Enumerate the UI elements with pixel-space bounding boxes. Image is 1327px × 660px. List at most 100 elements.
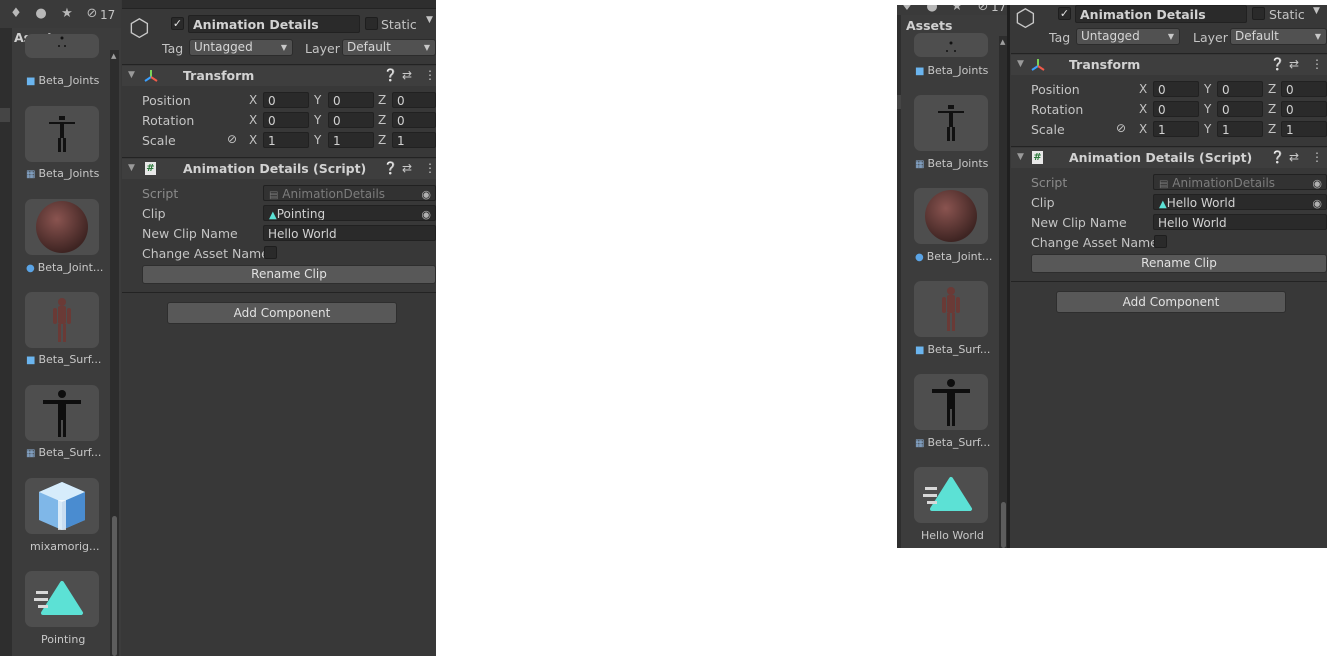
asset-item[interactable]: ● Beta_Joint... (14, 199, 114, 277)
asset-item[interactable]: Pointing (14, 571, 114, 649)
hidden-eye-icon[interactable]: ⊘ (84, 7, 100, 21)
rotation-z-field[interactable]: 0 (392, 112, 436, 128)
scale-x-field[interactable]: 1 (263, 132, 309, 148)
mesh-prefab-icon: ■ (26, 76, 36, 87)
asset-item[interactable]: ▦ Beta_Surf... (14, 385, 114, 463)
axis-y-label: Y (314, 133, 322, 147)
rotation-x-field[interactable]: 0 (1153, 101, 1199, 117)
new-clip-name-field[interactable]: Hello World (263, 225, 436, 241)
humanoid-thumb-icon (942, 287, 960, 331)
asset-item[interactable]: ■ Beta_Surf... (903, 281, 1003, 359)
object-picker-icon[interactable]: ◉ (421, 207, 431, 220)
project-assets-column: ♦ ● ★ ⊘ 17 Assets ▲ ■Beta_Joints ▦Beta_J… (897, 5, 1010, 548)
active-toggle[interactable]: ✓ (1058, 7, 1071, 20)
hidden-eye-icon[interactable]: ⊘ (975, 5, 991, 14)
tag-filter-icon[interactable]: ♦ (8, 7, 24, 21)
grid-icon: ▦ (26, 169, 36, 180)
favorites-star-icon[interactable]: ★ (59, 7, 75, 21)
axis-x-label: X (1139, 102, 1148, 116)
static-toggle[interactable] (365, 17, 378, 30)
tag-filter-icon[interactable]: ♦ (899, 5, 915, 14)
add-component-button[interactable]: Add Component (167, 302, 397, 324)
kebab-menu-icon[interactable]: ⋮ (424, 68, 436, 82)
clip-object-field[interactable]: ▲Hello World ◉ (1153, 194, 1327, 210)
script-file-icon: ▤ (1159, 179, 1169, 190)
change-asset-name-toggle[interactable] (1154, 235, 1167, 248)
object-picker-icon[interactable]: ◉ (1312, 196, 1322, 209)
tag-dropdown[interactable]: Untagged ▼ (1076, 28, 1180, 45)
favorites-star-icon[interactable]: ★ (949, 5, 965, 14)
new-clip-name-label: New Clip Name (1031, 215, 1127, 230)
foldout-arrow-icon[interactable]: ▼ (128, 70, 135, 80)
kebab-menu-icon[interactable]: ⋮ (1311, 150, 1323, 164)
asset-item[interactable]: ■ Beta_Joints (14, 34, 114, 90)
kebab-menu-icon[interactable]: ⋮ (424, 161, 436, 175)
warning-filter-icon[interactable]: ● (924, 5, 940, 14)
static-dropdown-arrow-icon[interactable]: ▼ (1313, 6, 1320, 16)
script-component-header[interactable]: ▼ # Animation Details (Script) ❔ ⇄ ⋮ (122, 159, 436, 179)
position-y-field[interactable]: 0 (1217, 81, 1263, 97)
foldout-arrow-icon[interactable]: ▼ (1017, 59, 1024, 69)
asset-item[interactable]: ■ Beta_Surf... (14, 292, 114, 370)
asset-item[interactable]: ▦ Beta_Surf... (903, 374, 1003, 452)
foldout-arrow-icon[interactable]: ▼ (128, 163, 135, 173)
scale-z-field[interactable]: 1 (392, 132, 436, 148)
rotation-y-field[interactable]: 0 (328, 112, 374, 128)
position-z-field[interactable]: 0 (1281, 81, 1327, 97)
clip-object-field[interactable]: ▲Pointing ◉ (263, 205, 436, 221)
static-dropdown-arrow-icon[interactable]: ▼ (426, 15, 433, 25)
active-toggle[interactable]: ✓ (171, 17, 184, 30)
preset-icon[interactable]: ⇄ (1289, 57, 1299, 71)
static-label: Static (381, 17, 417, 32)
help-icon[interactable]: ❔ (383, 161, 398, 175)
static-toggle[interactable] (1252, 7, 1265, 20)
rotation-z-field[interactable]: 0 (1281, 101, 1327, 117)
inspector-tab-strip (122, 0, 436, 8)
scale-z-field[interactable]: 1 (1281, 121, 1327, 137)
position-x-field[interactable]: 0 (263, 92, 309, 108)
add-component-button[interactable]: Add Component (1056, 291, 1286, 313)
preset-icon[interactable]: ⇄ (402, 68, 412, 82)
tag-dropdown[interactable]: Untagged ▼ (189, 39, 293, 56)
help-icon[interactable]: ❔ (1270, 150, 1285, 164)
object-picker-icon: ◉ (1312, 177, 1322, 190)
layer-dropdown[interactable]: Default ▼ (1230, 28, 1327, 45)
position-z-field[interactable]: 0 (392, 92, 436, 108)
gameobject-name-field[interactable]: Animation Details (1075, 5, 1247, 23)
constrain-proportions-link-icon[interactable]: ⊘ (227, 132, 237, 146)
new-clip-name-field[interactable]: Hello World (1153, 214, 1327, 230)
gameobject-cube-icon: ⬡ (1015, 5, 1036, 32)
asset-item[interactable]: ▦ Beta_Joints (903, 95, 1003, 173)
gameobject-name-field[interactable]: Animation Details (188, 15, 360, 33)
scale-y-field[interactable]: 1 (328, 132, 374, 148)
script-component-header[interactable]: ▼ # Animation Details (Script) ❔ ⇄ ⋮ (1011, 148, 1327, 168)
change-asset-name-toggle[interactable] (264, 246, 277, 259)
constrain-proportions-link-icon[interactable]: ⊘ (1116, 121, 1126, 135)
preset-icon[interactable]: ⇄ (1289, 150, 1299, 164)
panel-divider[interactable] (1007, 5, 1010, 548)
rename-clip-button[interactable]: Rename Clip (142, 265, 436, 284)
axis-z-label: Z (1268, 102, 1277, 116)
position-y-field[interactable]: 0 (328, 92, 374, 108)
help-icon[interactable]: ❔ (1270, 57, 1285, 71)
layer-dropdown[interactable]: Default ▼ (342, 39, 436, 56)
rotation-x-field[interactable]: 0 (263, 112, 309, 128)
transform-header[interactable]: ▼ Transform ❔ ⇄ ⋮ (1011, 55, 1327, 75)
position-label: Position (1031, 82, 1080, 97)
rotation-y-field[interactable]: 0 (1217, 101, 1263, 117)
kebab-menu-icon[interactable]: ⋮ (1311, 57, 1323, 71)
transform-header[interactable]: ▼ Transform ❔ ⇄ ⋮ (122, 66, 436, 86)
position-x-field[interactable]: 0 (1153, 81, 1199, 97)
asset-item[interactable]: Hello World (903, 467, 1003, 545)
warning-filter-icon[interactable]: ● (33, 7, 49, 21)
scale-x-field[interactable]: 1 (1153, 121, 1199, 137)
asset-item[interactable]: ▦ Beta_Joints (14, 106, 114, 184)
preset-icon[interactable]: ⇄ (402, 161, 412, 175)
help-icon[interactable]: ❔ (383, 68, 398, 82)
scale-y-field[interactable]: 1 (1217, 121, 1263, 137)
foldout-arrow-icon[interactable]: ▼ (1017, 152, 1024, 162)
rename-clip-button[interactable]: Rename Clip (1031, 254, 1327, 273)
asset-item[interactable]: ● Beta_Joint... (903, 188, 1003, 266)
asset-item[interactable]: mixamorig... (14, 478, 114, 556)
asset-item[interactable]: ■ Beta_Joints (903, 33, 1003, 79)
